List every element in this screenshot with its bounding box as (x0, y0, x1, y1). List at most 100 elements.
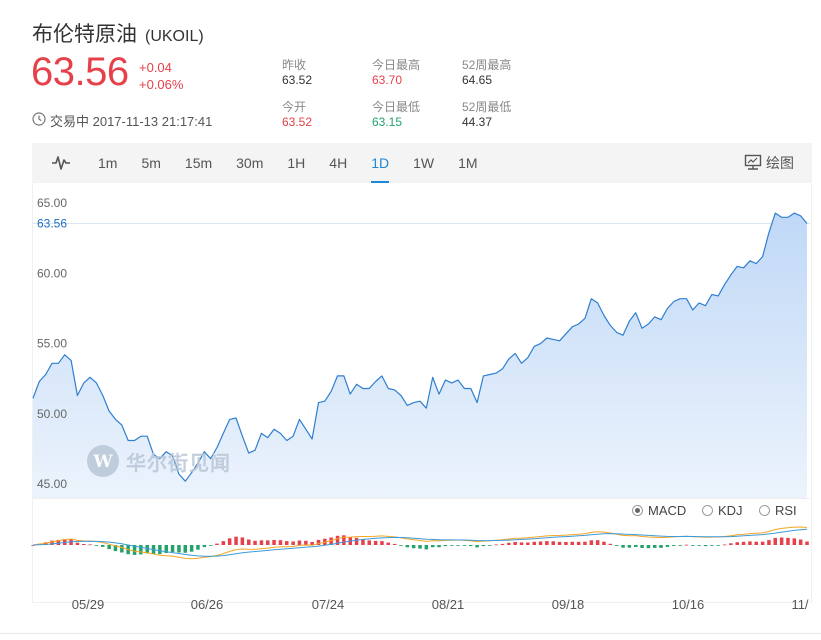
macd-histogram-bar (779, 537, 784, 545)
macd-histogram-bar (748, 541, 752, 545)
macd-histogram-bar (259, 540, 264, 545)
macd-histogram-bar (411, 545, 416, 549)
macd-histogram-bar (741, 541, 746, 545)
macd-histogram-bar (634, 545, 638, 547)
macd-histogram-bar (418, 545, 422, 549)
macd-histogram-bar (557, 541, 562, 545)
macd-histogram-bar (678, 545, 682, 546)
macd-histogram-bar (798, 539, 803, 545)
macd-histogram-bar (240, 537, 245, 545)
macd-histogram-bar (710, 545, 714, 546)
macd-histogram-bar (107, 545, 111, 550)
macd-histogram-bar (462, 545, 467, 546)
macd-histogram-bar (183, 545, 187, 553)
macd-histogram-bar (703, 545, 708, 547)
macd-histogram-bar (291, 541, 295, 545)
macd-histogram-bar (247, 539, 251, 545)
macd-histogram-bar (189, 545, 194, 552)
macd-histogram-bar (373, 540, 378, 545)
macd-histogram-bar (272, 540, 276, 545)
macd-histogram-bar (354, 537, 359, 545)
macd-histogram-bar (177, 545, 181, 553)
macd-histogram-bar (589, 540, 594, 545)
x-tick-label: 05/29 (72, 597, 105, 612)
x-tick-label: 07/24 (312, 597, 345, 612)
macd-histogram-bar (729, 543, 733, 545)
macd-histogram-bar (760, 541, 765, 545)
macd-histogram-bar (481, 545, 486, 547)
macd-histogram-bar (399, 545, 403, 546)
macd-histogram-bar (367, 540, 371, 545)
x-tick-label: 10/16 (672, 597, 705, 612)
indicator-rsi[interactable]: RSI (759, 503, 797, 518)
macd-histogram-bar (767, 540, 771, 545)
macd-histogram-bar (576, 541, 581, 545)
macd-histogram-bar (532, 541, 536, 545)
indicator-macd[interactable]: MACD (632, 503, 686, 518)
macd-histogram-bar (488, 545, 492, 546)
macd-histogram-bar (665, 545, 670, 547)
indicator-kdj[interactable]: KDJ (702, 503, 743, 518)
indicator-label: MACD (648, 503, 687, 518)
x-tick-label: 09/18 (552, 597, 585, 612)
macd-histogram-bar (443, 545, 448, 547)
macd-histogram-bar (278, 540, 283, 545)
radio-off-icon (759, 505, 770, 516)
macd-histogram-bar (672, 545, 676, 546)
macd-histogram-bar (215, 543, 219, 545)
macd-histogram-bar (507, 542, 511, 545)
macd-dea-line (32, 528, 808, 557)
x-tick-label: 06/26 (191, 597, 224, 612)
macd-histogram-bar (792, 538, 797, 545)
macd-histogram-bar (513, 541, 517, 545)
macd-histogram-bar (170, 545, 175, 553)
macd-histogram-bar (208, 545, 213, 546)
macd-histogram-bar (437, 545, 441, 548)
macd-histogram-bar (158, 545, 162, 555)
y-tick-label: 60.00 (37, 266, 67, 280)
macd-histogram-bar (475, 545, 479, 548)
macd-histogram-bar (469, 545, 473, 546)
watermark-text: 华尔街见闻 (126, 450, 231, 475)
x-tick-label: 08/21 (432, 597, 465, 612)
macd-histogram-bar (570, 541, 574, 545)
macd-histogram-bar (653, 545, 657, 548)
macd-histogram-bar (304, 540, 308, 545)
macd-histogram-bar (716, 545, 720, 546)
divider (0, 633, 821, 634)
macd-histogram-bar (519, 542, 524, 545)
macd-histogram-bar (500, 543, 505, 545)
y-tick-label: 50.00 (37, 407, 67, 421)
macd-histogram-bar (691, 545, 695, 546)
indicator-label: RSI (775, 503, 797, 518)
macd-histogram-bar (227, 538, 232, 545)
macd-histogram-bar (456, 545, 460, 546)
macd-histogram-bar (602, 541, 606, 545)
macd-histogram-bar (494, 544, 498, 546)
radio-off-icon (702, 505, 713, 516)
macd-histogram-bar (266, 540, 270, 545)
macd-histogram-bar (431, 545, 435, 548)
macd-histogram-bar (595, 540, 600, 545)
macd-histogram-bar (773, 537, 777, 545)
macd-histogram-bar (424, 545, 429, 550)
macd-histogram-bar (202, 545, 207, 548)
macd-histogram-bar (659, 545, 663, 548)
macd-histogram-bar (221, 541, 226, 545)
macd-histogram-bar (253, 540, 257, 545)
macd-histogram-bar (583, 541, 587, 545)
macd-histogram-bar (697, 545, 701, 546)
macd-histogram-bar (450, 545, 454, 546)
macd-histogram-bar (545, 541, 549, 545)
watermark-logo-icon: W (87, 445, 119, 477)
macd-histogram-bar (120, 545, 124, 553)
macd-histogram-bar (196, 545, 200, 550)
indicator-label: KDJ (718, 503, 743, 518)
macd-histogram-bar (75, 542, 80, 545)
macd-histogram-bar (139, 545, 143, 555)
radio-on-icon (632, 505, 643, 516)
macd-histogram-bar (386, 542, 390, 545)
y-tick-label: 45.00 (37, 477, 67, 491)
macd-histogram-bar (405, 545, 410, 548)
macd-histogram-bar (94, 545, 99, 546)
